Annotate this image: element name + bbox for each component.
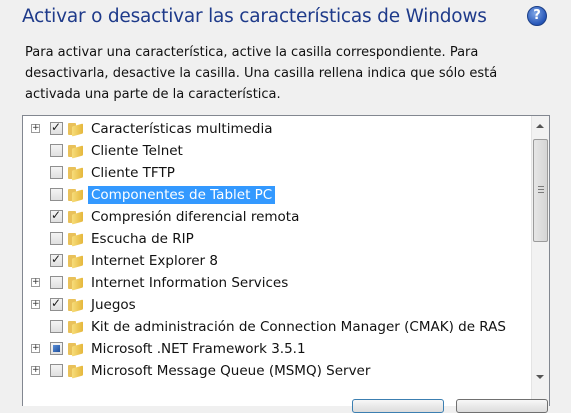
feature-label: Microsoft Message Queue (MSMQ) Server — [91, 363, 371, 379]
vertical-scrollbar[interactable] — [531, 116, 549, 406]
scrollbar-thumb[interactable] — [533, 139, 548, 242]
folder-icon — [68, 321, 83, 335]
feature-label: Microsoft .NET Framework 3.5.1 — [91, 341, 306, 357]
folder-icon — [68, 299, 83, 313]
feature-row[interactable]: + Características multimedia — [23, 118, 523, 140]
feature-row[interactable]: Compresión diferencial remota — [23, 206, 523, 228]
folder-icon — [68, 343, 83, 357]
feature-row[interactable]: + Microsoft .NET Framework 3.5.1 — [23, 338, 523, 360]
feature-checkbox[interactable] — [50, 144, 63, 157]
feature-row[interactable]: + Internet Information Services — [23, 272, 523, 294]
feature-label: Juegos — [91, 297, 136, 313]
feature-checkbox[interactable] — [50, 120, 63, 135]
feature-checkbox[interactable] — [50, 166, 63, 179]
feature-row[interactable]: Internet Explorer 8 — [23, 250, 523, 272]
folder-icon — [68, 255, 83, 269]
expand-plus-icon[interactable]: + — [31, 366, 40, 375]
scroll-up-arrow-icon[interactable] — [536, 124, 544, 128]
feature-label: Componentes de Tablet PC — [88, 186, 276, 204]
feature-checkbox[interactable] — [50, 208, 63, 223]
folder-icon — [68, 365, 83, 379]
feature-label: Cliente Telnet — [91, 143, 183, 159]
folder-icon — [68, 145, 83, 159]
folder-icon — [68, 277, 83, 291]
feature-row[interactable]: Escucha de RIP — [23, 228, 523, 250]
expand-plus-icon[interactable]: + — [31, 124, 40, 133]
feature-checkbox[interactable] — [50, 364, 63, 377]
folder-icon — [68, 123, 83, 137]
feature-checkbox[interactable] — [50, 320, 63, 333]
feature-label: Compresión diferencial remota — [91, 209, 300, 225]
folder-icon — [68, 211, 83, 225]
folder-icon — [68, 167, 83, 181]
feature-row[interactable]: + Microsoft Message Queue (MSMQ) Server — [23, 360, 523, 382]
expand-plus-icon[interactable]: + — [31, 344, 40, 353]
cancel-button[interactable] — [456, 399, 548, 413]
ok-button[interactable] — [352, 399, 444, 413]
help-button[interactable]: ? — [527, 6, 547, 26]
question-mark-icon: ? — [533, 8, 541, 23]
grip-line — [538, 186, 544, 187]
feature-checkbox[interactable] — [50, 342, 63, 355]
feature-row[interactable]: Cliente Telnet — [23, 140, 523, 162]
features-tree[interactable]: + Características multimedia Cliente Telne… — [22, 115, 550, 406]
feature-label: Kit de administración de Connection Mana… — [91, 319, 506, 335]
feature-label: Internet Explorer 8 — [91, 253, 218, 269]
grip-line — [538, 192, 544, 193]
feature-label: Cliente TFTP — [91, 165, 175, 181]
dialog-description: Para activar una característica, active … — [25, 45, 498, 102]
expand-plus-icon[interactable]: + — [31, 278, 40, 287]
feature-row[interactable]: + Juegos — [23, 294, 523, 316]
grip-line — [538, 189, 544, 190]
feature-checkbox[interactable] — [50, 276, 63, 289]
expand-plus-icon[interactable]: + — [31, 300, 40, 309]
folder-icon — [68, 233, 83, 247]
dialog-title: Activar o desactivar las características… — [22, 6, 487, 27]
feature-checkbox[interactable] — [50, 232, 63, 245]
feature-label: Internet Information Services — [91, 275, 289, 291]
feature-label: Características multimedia — [91, 121, 273, 137]
feature-checkbox[interactable] — [50, 252, 63, 267]
feature-checkbox[interactable] — [50, 188, 63, 201]
folder-icon — [68, 189, 83, 203]
feature-label: Escucha de RIP — [91, 231, 194, 247]
feature-row[interactable]: Kit de administración de Connection Mana… — [23, 316, 523, 338]
feature-row[interactable]: Componentes de Tablet PC — [23, 184, 523, 206]
feature-row[interactable]: Cliente TFTP — [23, 162, 523, 184]
scroll-down-arrow-icon[interactable] — [536, 375, 544, 379]
feature-checkbox[interactable] — [50, 296, 63, 311]
